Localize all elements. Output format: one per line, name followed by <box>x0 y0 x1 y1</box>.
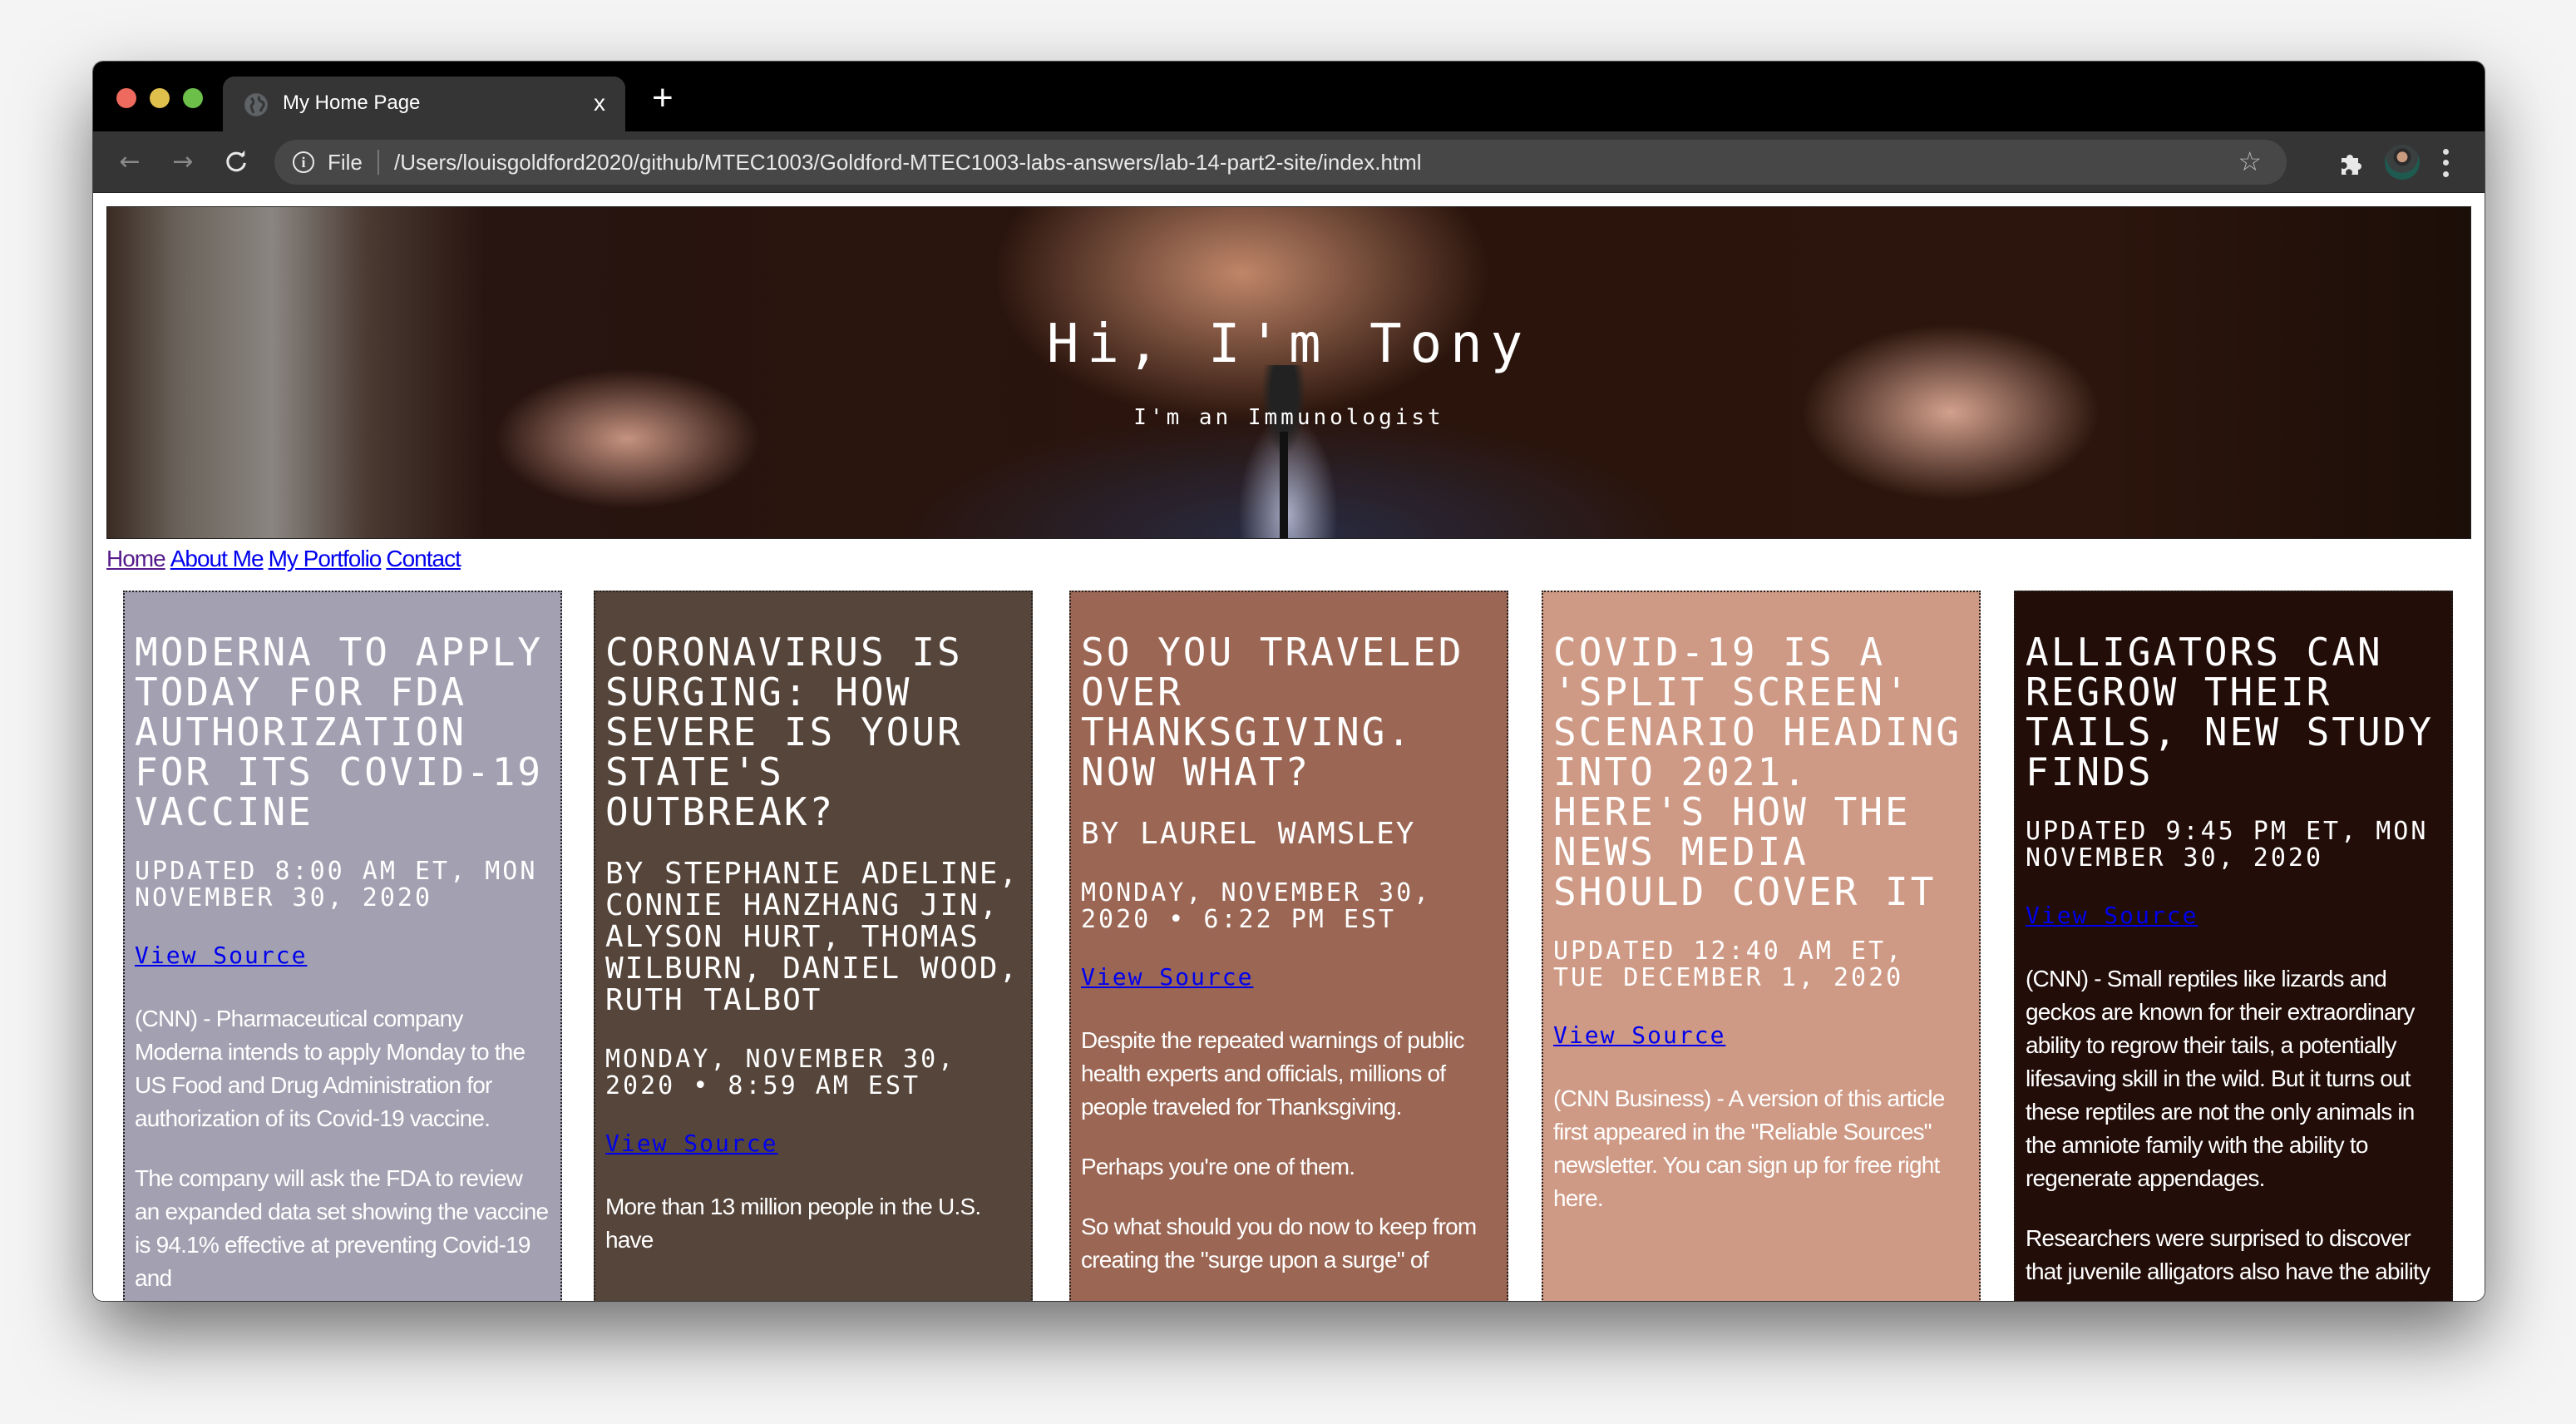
site-nav: Home About Me My Portfolio Contact <box>106 546 466 572</box>
card-headline: Coronavirus Is Surging: How Severe Is Yo… <box>605 630 963 834</box>
back-arrow-icon[interactable]: ← <box>115 146 145 176</box>
address-bar[interactable]: i File /Users/louisgoldford2020/github/M… <box>274 140 2287 185</box>
view-source-link[interactable]: View Source <box>1081 963 1253 991</box>
card-paragraph: The company will ask the FDA to review a… <box>135 1165 549 1291</box>
url-text[interactable]: /Users/louisgoldford2020/github/MTEC1003… <box>394 150 1422 176</box>
card-headline: Covid-19 is a 'split screen' scenario he… <box>1553 630 1962 914</box>
card-paragraph: Researchers were surprised to discover t… <box>2026 1225 2430 1284</box>
card-paragraph: Perhaps you're one of them. <box>1081 1154 1355 1179</box>
close-window-button[interactable] <box>116 88 136 108</box>
news-card: So You Traveled Over Thanksgiving. Now W… <box>1069 591 1508 1301</box>
card-date: Updated 9:45 PM ET, Mon November 30, 202… <box>2026 817 2429 873</box>
extensions-puzzle-icon[interactable] <box>2333 146 2366 180</box>
card-paragraph: (CNN Business) - A version of this artic… <box>1553 1085 1945 1211</box>
card-date: Updated 8:00 AM ET, Mon November 30, 202… <box>135 857 538 912</box>
address-separator <box>378 150 379 175</box>
card-headline: Moderna to apply today for FDA authoriza… <box>135 630 544 834</box>
browser-toolbar: ← → i File /Users/louisgoldford2020/gith… <box>93 131 2485 193</box>
card-paragraph: (CNN) - Small reptiles like lizards and … <box>2026 966 2415 1191</box>
scheme-label: File <box>328 150 363 175</box>
card-headline: Alligators can regrow their tails, new s… <box>2026 630 2435 794</box>
view-source-link[interactable]: View Source <box>605 1130 777 1157</box>
card-paragraph: Despite the repeated warnings of public … <box>1081 1027 1464 1120</box>
tab-my-home-page[interactable]: My Home Page x <box>223 77 625 131</box>
browser-window: My Home Page x + ← → i File /Users/louis… <box>93 62 2485 1301</box>
tab-close-icon[interactable]: x <box>594 90 605 116</box>
hero-subtitle: I'm an Immunologist <box>1133 405 1444 430</box>
profile-avatar[interactable] <box>2385 145 2420 180</box>
hero-banner: Hi, I'm Tony I'm an Immunologist <box>106 206 2471 539</box>
card-date: Monday, November 30, 2020 • 6:22 PM EST <box>1081 878 1432 934</box>
news-cards: Moderna to apply today for FDA authoriza… <box>123 591 2458 1301</box>
card-byline: By Stephanie Adeline, Connie Hanzhang Ji… <box>605 857 1019 1017</box>
news-card: Coronavirus Is Surging: How Severe Is Yo… <box>594 591 1033 1301</box>
view-source-link[interactable]: View Source <box>135 942 307 969</box>
card-paragraph: More than 13 million people in the U.S. … <box>605 1194 981 1253</box>
tab-title: My Home Page <box>283 91 421 114</box>
tab-strip: My Home Page x + <box>93 62 2485 131</box>
nav-link-contact[interactable]: Contact <box>386 546 461 571</box>
new-tab-button[interactable]: + <box>652 80 674 116</box>
view-source-link[interactable]: View Source <box>2026 902 2198 929</box>
more-menu-icon[interactable] <box>2440 146 2451 180</box>
card-byline: By Laurel Wamsley <box>1081 817 1416 851</box>
reload-icon[interactable] <box>221 146 251 176</box>
card-paragraph: (CNN) - Pharmaceutical company Moderna i… <box>135 1006 526 1131</box>
globe-icon <box>244 93 268 116</box>
card-date: Monday, November 30, 2020 • 8:59 AM EST <box>605 1045 956 1100</box>
card-paragraph: So what should you do now to keep from c… <box>1081 1214 1477 1273</box>
page-viewport: Hi, I'm Tony I'm an Immunologist Home Abo… <box>93 193 2485 1301</box>
view-source-link[interactable]: View Source <box>1553 1021 1725 1049</box>
nav-link-about-me[interactable]: About Me <box>170 546 264 571</box>
zoom-window-button[interactable] <box>183 88 203 108</box>
minimize-window-button[interactable] <box>150 88 170 108</box>
news-card: Moderna to apply today for FDA authoriza… <box>123 591 562 1301</box>
nav-link-my-portfolio[interactable]: My Portfolio <box>269 546 382 571</box>
bookmark-star-icon[interactable]: ☆ <box>2238 146 2262 176</box>
hero-photo-microphone-stem <box>1280 432 1288 538</box>
card-headline: So You Traveled Over Thanksgiving. Now W… <box>1081 630 1464 794</box>
card-date: Updated 12:40 AM ET, Tue December 1, 202… <box>1553 937 1904 992</box>
news-card: Alligators can regrow their tails, new s… <box>2014 591 2453 1301</box>
news-card: Covid-19 is a 'split screen' scenario he… <box>1542 591 1981 1301</box>
hero-title: Hi, I'm Tony <box>1046 314 1532 375</box>
nav-link-home[interactable]: Home <box>106 546 166 571</box>
info-icon[interactable]: i <box>293 151 314 173</box>
forward-arrow-icon[interactable]: → <box>168 146 198 176</box>
